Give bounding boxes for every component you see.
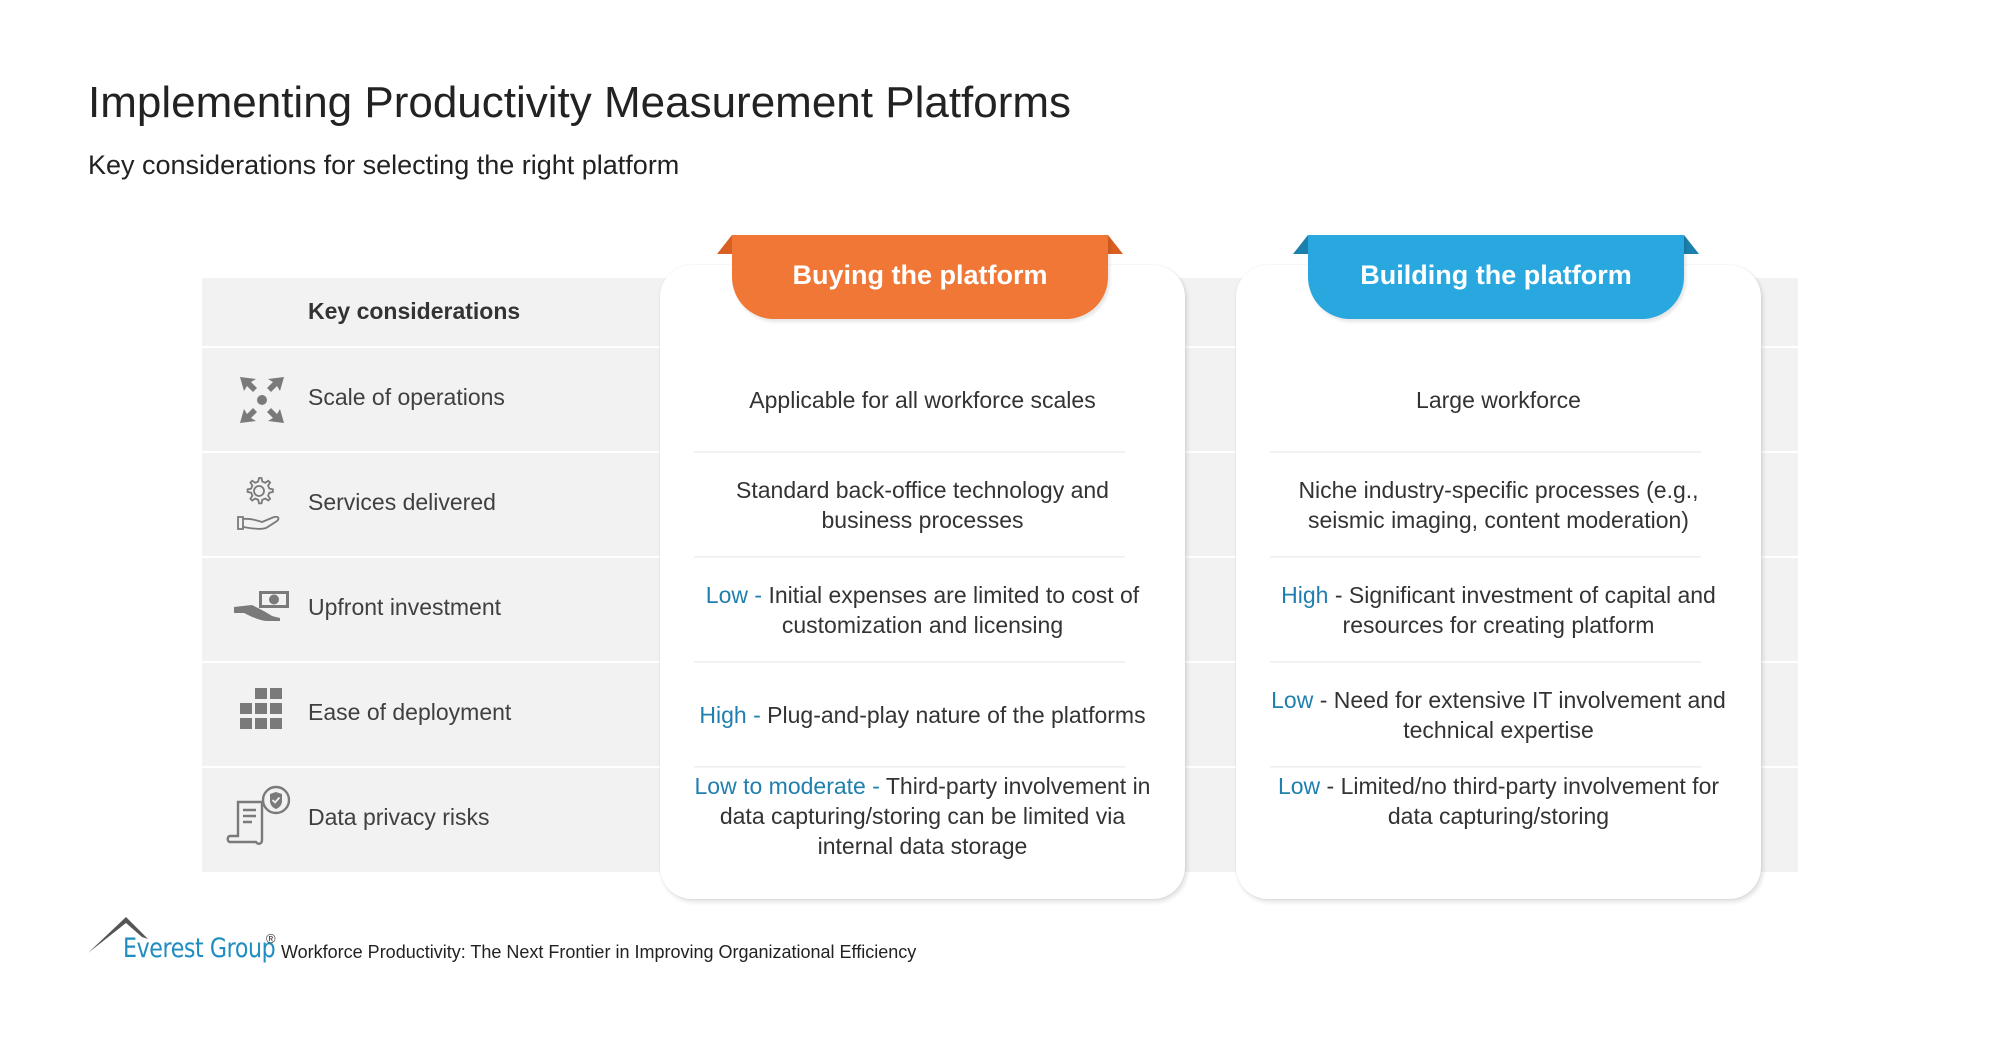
footer: Everest Group ® Workforce Productivity: …	[88, 915, 1088, 965]
level-separator: -	[1320, 773, 1341, 799]
building-cell: High - Significant investment of capital…	[1266, 558, 1731, 661]
cell-text: Initial expenses are limited to cost of …	[768, 581, 1140, 638]
buying-header-label: Buying the platform	[732, 235, 1108, 319]
cell-text: Niche industry-specific processes (e.g.,…	[1298, 476, 1699, 533]
building-cell: Low - Limited/no third-party involvement…	[1266, 768, 1731, 874]
buying-cell: Low to moderate - Third-party involvemen…	[690, 768, 1155, 874]
buying-cell: Standard back-office technology and busi…	[690, 453, 1155, 556]
ribbon-fold	[1293, 235, 1308, 254]
ribbon-fold	[1108, 235, 1123, 254]
building-header-label: Building the platform	[1308, 235, 1684, 319]
level-separator: -	[1328, 581, 1349, 608]
level-label: High -	[699, 701, 761, 728]
building-cell: Low - Need for extensive IT involvement …	[1266, 663, 1731, 766]
level-label: Low	[1277, 773, 1321, 799]
level-label: High	[1281, 581, 1329, 608]
cell-text: Large workforce	[1416, 386, 1581, 413]
building-cell: Niche industry-specific processes (e.g.,…	[1266, 453, 1731, 556]
document-shield-icon	[226, 785, 291, 845]
key-label: Services delivered	[308, 489, 496, 515]
level-label: Low to moderate -	[694, 773, 880, 799]
page-subtitle: Key considerations for selecting the rig…	[88, 150, 680, 180]
ribbon-fold	[717, 235, 732, 254]
level-separator: -	[1313, 686, 1334, 713]
registered-mark: ®	[266, 931, 276, 946]
ribbon-fold	[1684, 235, 1699, 254]
building-cell: Large workforce	[1266, 348, 1731, 451]
blocks-grid-icon	[240, 688, 282, 729]
money-hand-icon	[234, 591, 289, 621]
buying-cell: Low - Initial expenses are limited to co…	[690, 558, 1155, 661]
level-label: Low	[1271, 686, 1314, 713]
brand-name: Everest Group	[123, 933, 276, 964]
gear-hand-icon	[237, 477, 280, 530]
cell-text: Limited/no third-party involvement for d…	[1340, 773, 1720, 829]
key-label: Data privacy risks	[308, 804, 490, 830]
cell-text: Significant investment of capital and re…	[1342, 581, 1716, 638]
building-card: Large workforce Niche industry-specific …	[1236, 265, 1761, 899]
cell-text: Standard back-office technology and busi…	[736, 476, 1109, 533]
key-label: Upfront investment	[308, 594, 502, 620]
building-header-ribbon: Building the platform	[1293, 235, 1699, 319]
cell-text: Need for extensive IT involvement and te…	[1333, 686, 1726, 743]
buying-cell: Applicable for all workforce scales	[690, 348, 1155, 451]
key-label: Ease of deployment	[308, 699, 512, 725]
buying-card: Applicable for all workforce scales Stan…	[660, 265, 1185, 899]
page-title: Implementing Productivity Measurement Pl…	[88, 78, 1072, 127]
cell-text: Applicable for all workforce scales	[749, 386, 1096, 413]
buying-header-ribbon: Buying the platform	[717, 235, 1123, 319]
key-label: Scale of operations	[308, 384, 505, 410]
key-considerations-header: Key considerations	[308, 298, 521, 324]
expand-arrows-icon	[240, 377, 284, 423]
level-label: Low -	[705, 581, 763, 608]
source-citation: Workforce Productivity: The Next Frontie…	[281, 942, 917, 962]
buying-cell: High - Plug-and-play nature of the platf…	[690, 663, 1155, 766]
cell-text: Plug-and-play nature of the platforms	[767, 701, 1146, 728]
